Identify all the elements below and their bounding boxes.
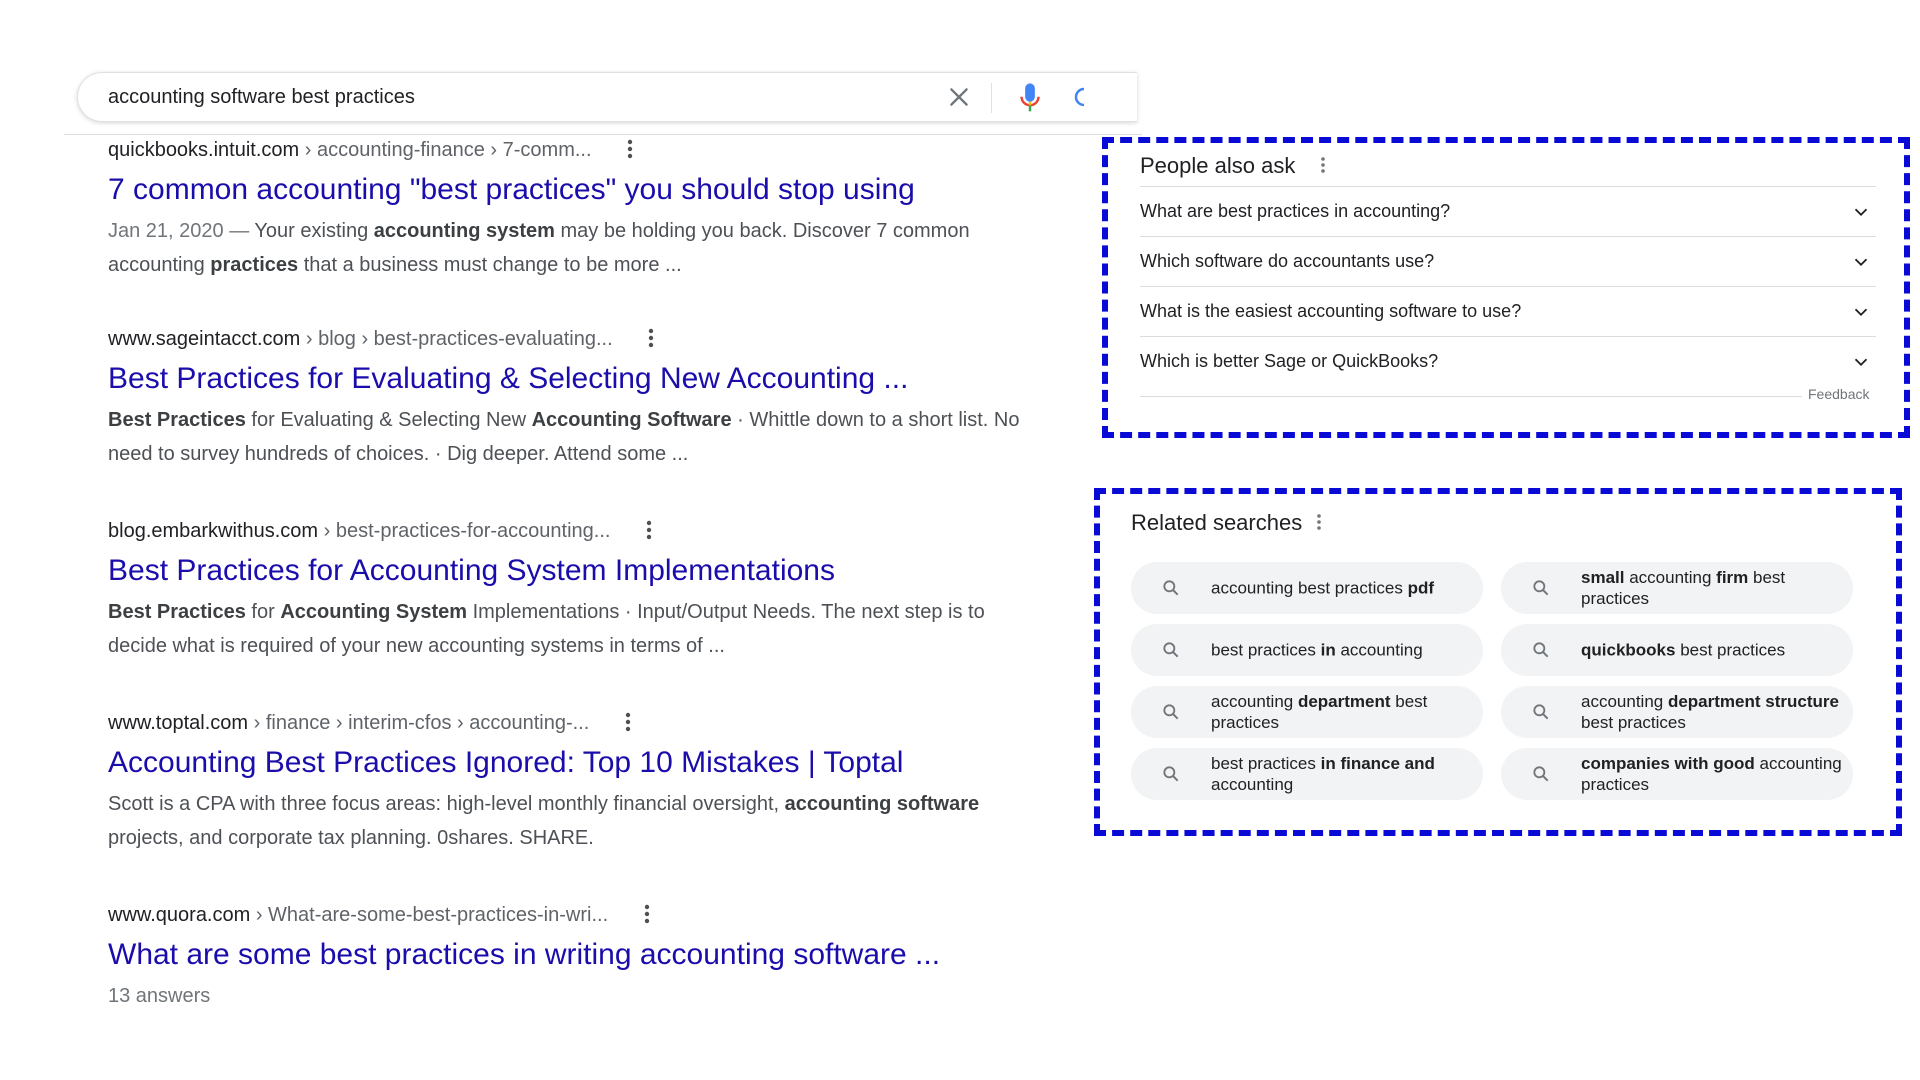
more-options-icon[interactable] xyxy=(625,711,631,733)
search-result: www.sageintacct.com › blog › best-practi… xyxy=(108,325,1028,471)
result-path: › accounting-finance › 7-comm... xyxy=(299,139,592,161)
more-options-icon[interactable] xyxy=(627,138,633,160)
paa-footer-divider xyxy=(1140,396,1802,397)
search-icon xyxy=(1163,580,1179,596)
search-bar xyxy=(77,72,1137,122)
more-options-icon[interactable] xyxy=(644,903,650,925)
search-icon xyxy=(1533,580,1549,596)
related-search-chip[interactable]: accounting department best practices xyxy=(1131,686,1483,738)
related-search-chip[interactable]: accounting department structure best pra… xyxy=(1501,686,1853,738)
related-search-chip[interactable]: best practices in finance and accounting xyxy=(1131,748,1483,800)
search-result: www.toptal.com › finance › interim-cfos … xyxy=(108,709,1028,855)
result-title-link[interactable]: What are some best practices in writing … xyxy=(108,937,1028,973)
lens-icon[interactable] xyxy=(1072,83,1102,113)
chevron-down-icon xyxy=(1854,258,1868,266)
chevron-down-icon xyxy=(1854,358,1868,366)
result-path: › What-are-some-best-practices-in-wri... xyxy=(250,904,609,926)
chevron-down-icon xyxy=(1854,308,1868,316)
result-path: › finance › interim-cfos › accounting-..… xyxy=(248,712,590,734)
chevron-down-icon xyxy=(1854,208,1868,216)
result-domain: www.sageintacct.com xyxy=(108,328,301,350)
search-icon xyxy=(1163,704,1179,720)
microphone-icon[interactable] xyxy=(1015,81,1045,115)
result-title-link[interactable]: Best Practices for Evaluating & Selectin… xyxy=(108,361,1028,397)
more-options-icon[interactable] xyxy=(1320,156,1326,174)
result-domain: www.toptal.com xyxy=(108,712,249,734)
paa-question[interactable]: Which software do accountants use? xyxy=(1140,236,1876,286)
related-search-chip[interactable]: accounting best practices pdf xyxy=(1131,562,1483,614)
result-cite: quickbooks.intuit.com › accounting-finan… xyxy=(108,136,1028,164)
header-divider xyxy=(64,134,1142,135)
result-snippet: Best Practices for Accounting System Imp… xyxy=(108,601,985,657)
paa-question-text: Which is better Sage or QuickBooks? xyxy=(1140,351,1439,371)
search-input[interactable] xyxy=(108,73,928,121)
related-search-chip[interactable]: small accounting firm best practices xyxy=(1501,562,1853,614)
paa-question-text: What is the easiest accounting software … xyxy=(1140,301,1522,321)
result-cite: www.sageintacct.com › blog › best-practi… xyxy=(108,325,1028,353)
search-icon xyxy=(1163,766,1179,782)
search-result: www.quora.com › What-are-some-best-pract… xyxy=(108,901,1028,1013)
paa-question-text: Which software do accountants use? xyxy=(1140,251,1435,271)
result-title-link[interactable]: Accounting Best Practices Ignored: Top 1… xyxy=(108,745,1028,781)
result-snippet: 13 answers xyxy=(108,985,211,1007)
search-divider xyxy=(991,83,992,113)
related-search-text: accounting department structure best pra… xyxy=(1581,692,1839,732)
related-searches-heading: Related searches xyxy=(1131,510,1303,535)
related-search-chip[interactable]: quickbooks best practices xyxy=(1501,624,1853,676)
paa-question[interactable]: What are best practices in accounting? xyxy=(1140,186,1876,236)
result-snippet: Jan 21, 2020 — Your existing accounting … xyxy=(108,220,970,276)
result-cite: www.quora.com › What-are-some-best-pract… xyxy=(108,901,1028,929)
search-icon xyxy=(1533,642,1549,658)
related-search-text: quickbooks best practices xyxy=(1581,640,1786,660)
related-search-text: best practices in finance and accounting xyxy=(1211,754,1435,794)
result-snippet: Scott is a CPA with three focus areas: h… xyxy=(108,793,980,849)
result-title-link[interactable]: Best Practices for Accounting System Imp… xyxy=(108,553,1028,589)
paa-question[interactable]: What is the easiest accounting software … xyxy=(1140,286,1876,336)
more-options-icon[interactable] xyxy=(648,327,654,349)
people-also-ask-heading: People also ask xyxy=(1140,153,1296,178)
result-title-link[interactable]: 7 common accounting "best practices" you… xyxy=(108,172,1028,208)
related-search-text: best practices in accounting xyxy=(1211,640,1423,660)
people-also-ask-list: What are best practices in accounting? W… xyxy=(1140,186,1876,386)
search-icon xyxy=(1533,766,1549,782)
related-search-chip[interactable]: companies with good accounting practices xyxy=(1501,748,1853,800)
related-search-text: accounting department best practices xyxy=(1211,692,1428,732)
more-options-icon[interactable] xyxy=(646,519,652,541)
result-cite: blog.embarkwithus.com › best-practices-f… xyxy=(108,517,1028,545)
feedback-link[interactable]: Feedback xyxy=(1808,386,1869,402)
related-search-text: small accounting firm best practices xyxy=(1581,568,1786,608)
result-domain: blog.embarkwithus.com xyxy=(108,520,319,542)
related-search-text: companies with good accounting practices xyxy=(1581,754,1842,794)
search-icon xyxy=(1533,704,1549,720)
search-icon xyxy=(1163,642,1179,658)
paa-question-text: What are best practices in accounting? xyxy=(1140,201,1451,221)
result-path: › blog › best-practices-evaluating... xyxy=(300,328,613,350)
result-snippet: Best Practices for Evaluating & Selectin… xyxy=(108,409,1020,465)
paa-question[interactable]: Which is better Sage or QuickBooks? xyxy=(1140,336,1876,386)
related-search-text: accounting best practices pdf xyxy=(1211,578,1434,598)
result-path: › best-practices-for-accounting... xyxy=(318,520,611,542)
close-icon[interactable] xyxy=(946,84,972,110)
result-domain: quickbooks.intuit.com xyxy=(108,139,300,161)
search-result: quickbooks.intuit.com › accounting-finan… xyxy=(108,136,1028,282)
result-domain: www.quora.com xyxy=(108,904,251,926)
search-result: blog.embarkwithus.com › best-practices-f… xyxy=(108,517,1028,663)
related-search-chip[interactable]: best practices in accounting xyxy=(1131,624,1483,676)
more-options-icon[interactable] xyxy=(1316,513,1322,531)
result-cite: www.toptal.com › finance › interim-cfos … xyxy=(108,709,1028,737)
